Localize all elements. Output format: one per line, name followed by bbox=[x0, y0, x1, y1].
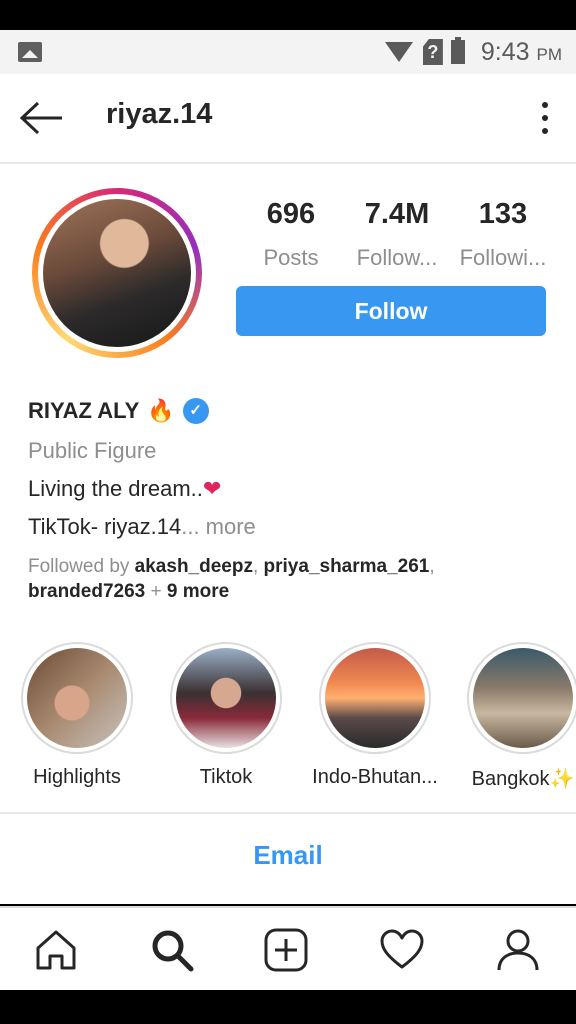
screen: ? 9:43 PM riyaz.14 696 Posts 7.4M Follow… bbox=[0, 0, 576, 1024]
profile-stats: 696 Posts 7.4M Follow... 133 Followi... bbox=[240, 198, 560, 271]
stat-followers-value: 7.4M bbox=[364, 198, 430, 230]
profile-content: 696 Posts 7.4M Follow... 133 Followi... … bbox=[0, 164, 576, 904]
back-arrow-icon[interactable] bbox=[18, 100, 64, 136]
followed-separator: , bbox=[429, 556, 435, 577]
followed-separator: , bbox=[252, 556, 264, 577]
stat-following-value: 133 bbox=[478, 198, 528, 230]
status-icons: ? 9:43 PM bbox=[384, 36, 562, 68]
highlight-ring bbox=[170, 642, 282, 754]
app-header: riyaz.14 bbox=[0, 74, 576, 164]
highlight-image bbox=[176, 648, 276, 748]
profile-name: RIYAZ ALY bbox=[28, 398, 140, 423]
highlight-label: Indo-Bhutan... bbox=[312, 766, 438, 788]
stat-followers[interactable]: 7.4M Follow... bbox=[346, 198, 448, 271]
profile-icon[interactable] bbox=[494, 926, 542, 974]
more-link[interactable]: ... more bbox=[181, 514, 256, 539]
status-bar: ? 9:43 PM bbox=[0, 30, 576, 74]
name-line: RIYAZ ALY 🔥 ✓ bbox=[28, 398, 558, 424]
stat-posts-label: Posts bbox=[263, 245, 319, 270]
stat-posts-value: 696 bbox=[266, 198, 316, 230]
followed-user: akash_deepz bbox=[134, 556, 253, 577]
profile-bio: RIYAZ ALY 🔥 ✓ Public Figure Living the d… bbox=[28, 398, 558, 604]
followed-more: 9 more bbox=[166, 581, 230, 602]
bottom-navigation bbox=[0, 906, 576, 992]
highlight-item[interactable]: Tiktok bbox=[151, 642, 301, 789]
profile-category: Public Figure bbox=[28, 438, 157, 463]
highlight-ring bbox=[467, 642, 576, 754]
system-nav-area bbox=[0, 990, 576, 1024]
gallery-notification-icon bbox=[18, 42, 42, 62]
time-text: 9:43 bbox=[480, 37, 530, 66]
stat-followers-label: Follow... bbox=[356, 245, 438, 270]
followed-by[interactable]: Followed by akash_deepz, priya_sharma_26… bbox=[28, 554, 558, 604]
status-time: 9:43 PM bbox=[481, 38, 562, 67]
avatar-story-ring[interactable] bbox=[32, 188, 202, 358]
bio-line: Living the dream..❤ bbox=[28, 476, 558, 502]
highlight-image bbox=[27, 648, 127, 748]
highlight-item[interactable]: Indo-Bhutan... bbox=[300, 642, 450, 789]
highlight-item[interactable]: Highlights bbox=[2, 642, 152, 789]
verified-badge-icon: ✓ bbox=[182, 398, 209, 424]
time-ampm: PM bbox=[536, 44, 563, 64]
heart-icon[interactable] bbox=[378, 926, 426, 974]
email-button[interactable]: Email bbox=[0, 840, 576, 871]
follow-button[interactable]: Follow bbox=[236, 286, 546, 336]
followed-user: priya_sharma_261 bbox=[263, 556, 430, 577]
followed-user: branded7263 bbox=[28, 581, 146, 602]
bio-tiktok: TikTok- riyaz.14 bbox=[28, 514, 182, 539]
fire-emoji: 🔥 bbox=[147, 398, 175, 423]
battery-icon bbox=[450, 37, 465, 64]
followed-plus: + bbox=[145, 581, 167, 602]
highlight-item[interactable]: Bangkok✨ bbox=[448, 642, 576, 791]
divider bbox=[0, 812, 576, 814]
highlight-label: Bangkok✨ bbox=[471, 768, 575, 790]
avatar bbox=[38, 194, 196, 352]
followed-prefix: Followed by bbox=[28, 556, 135, 577]
bio-tiktok-line: TikTok- riyaz.14... more bbox=[28, 514, 558, 540]
highlight-ring bbox=[21, 642, 133, 754]
heart-emoji: ❤ bbox=[202, 476, 222, 501]
more-options-icon[interactable] bbox=[540, 102, 550, 134]
search-icon[interactable] bbox=[148, 926, 196, 974]
bio-text: Living the dream.. bbox=[28, 476, 203, 501]
highlight-image bbox=[473, 648, 573, 748]
home-icon[interactable] bbox=[32, 926, 80, 974]
add-icon[interactable] bbox=[262, 926, 310, 974]
stat-following-label: Followi... bbox=[459, 245, 547, 270]
story-highlights: Highlights Tiktok Indo-Bhutan... Bangkok… bbox=[0, 642, 576, 790]
stat-following[interactable]: 133 Followi... bbox=[452, 198, 554, 271]
stat-posts[interactable]: 696 Posts bbox=[240, 198, 342, 271]
header-username: riyaz.14 bbox=[106, 98, 213, 130]
highlight-label: Tiktok bbox=[199, 766, 253, 788]
highlight-label: Highlights bbox=[33, 766, 121, 788]
sim-icon: ? bbox=[422, 39, 443, 65]
highlight-image bbox=[325, 648, 425, 748]
avatar-image bbox=[43, 199, 191, 347]
wifi-icon bbox=[384, 42, 413, 62]
highlight-ring bbox=[319, 642, 431, 754]
